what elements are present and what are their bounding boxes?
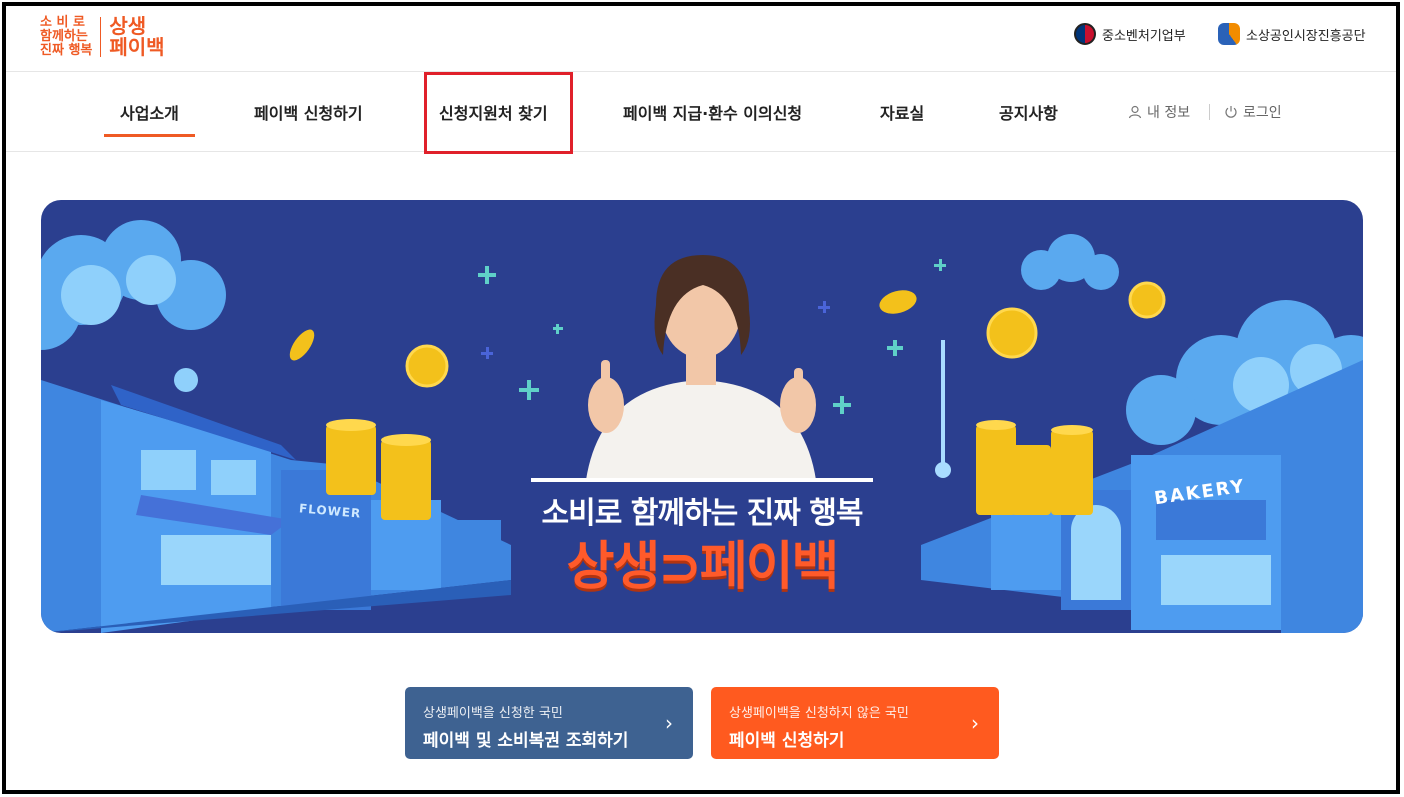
my-info-link[interactable]: 내 정보 [1128,102,1190,122]
ministry-link[interactable]: 중소벤처기업부 [1074,23,1186,45]
apply-button-sub: 상생페이백을 신청하지 않은 국민 [729,706,909,721]
power-icon [1225,106,1237,118]
agency-emblem-icon [1218,23,1240,45]
logo-divider [100,17,102,57]
logo-tagline-line: 진짜 행복 [40,43,93,58]
banner-brand-title: 상생⊃페이백 [566,537,840,597]
chevron-right-icon: › [971,711,979,735]
logo-tagline: 소 비 로 함께하는 진짜 행복 [40,16,92,58]
korea-emblem-icon [1074,23,1096,45]
logo-tagline-line: 소 비 로 [40,15,85,30]
chevron-right-icon: › [665,711,673,735]
login-link[interactable]: 로그인 [1224,102,1282,122]
nav-item-notices[interactable]: 공지사항 [999,100,1058,124]
nav-item-resources[interactable]: 자료실 [880,100,924,124]
agency-label: 소상공인시장진흥공단 [1246,28,1366,44]
nav-item-apply[interactable]: 페이백 신청하기 [254,100,363,124]
lookup-payback-button[interactable]: 상생페이백을 신청한 국민 페이백 및 소비복권 조회하기 › [405,687,693,759]
spokesperson-figure [586,255,816,480]
util-divider [1209,104,1210,120]
page-frame: 소 비 로 함께하는 진짜 행복 상생 페이백 중소벤처기업부 소상공인시장진흥… [2,2,1400,794]
login-label: 로그인 [1243,105,1282,121]
site-logo[interactable]: 소 비 로 함께하는 진짜 행복 상생 페이백 [40,12,165,62]
highlight-box [424,72,573,154]
logo-tagline-line: 함께하는 [40,29,88,44]
apply-payback-button[interactable]: 상생페이백을 신청하지 않은 국민 페이백 신청하기 › [711,687,999,759]
coin-icon [405,344,449,388]
main-nav: 사업소개 페이백 신청하기 신청지원처 찾기 페이백 지급·환수 이의신청 자료… [6,72,1396,154]
my-info-label: 내 정보 [1147,105,1191,121]
apply-button-label: 페이백 신청하기 [729,731,845,751]
cloud-small-right [1021,234,1119,290]
ministry-label: 중소벤처기업부 [1102,28,1186,44]
nav-item-objection[interactable]: 페이백 지급·환수 이의신청 [623,100,802,124]
logo-brand-line: 상생 [109,14,147,38]
user-icon [1128,105,1142,119]
agency-link[interactable]: 소상공인시장진흥공단 [1218,23,1366,45]
hero-banner[interactable]: 소비로 함께하는 진짜 행복 상생⊃페이백 FLOWER BAKERY [41,200,1363,633]
lookup-button-sub: 상생페이백을 신청한 국민 [423,706,563,721]
logo-brand-line: 페이백 [109,35,165,59]
logo-brand: 상생 페이백 [109,16,164,58]
nav-item-about[interactable]: 사업소개 [104,100,195,137]
lookup-button-label: 페이백 및 소비복권 조회하기 [423,731,629,751]
top-bar: 소 비 로 함께하는 진짜 행복 상생 페이백 중소벤처기업부 소상공인시장진흥… [6,6,1396,72]
